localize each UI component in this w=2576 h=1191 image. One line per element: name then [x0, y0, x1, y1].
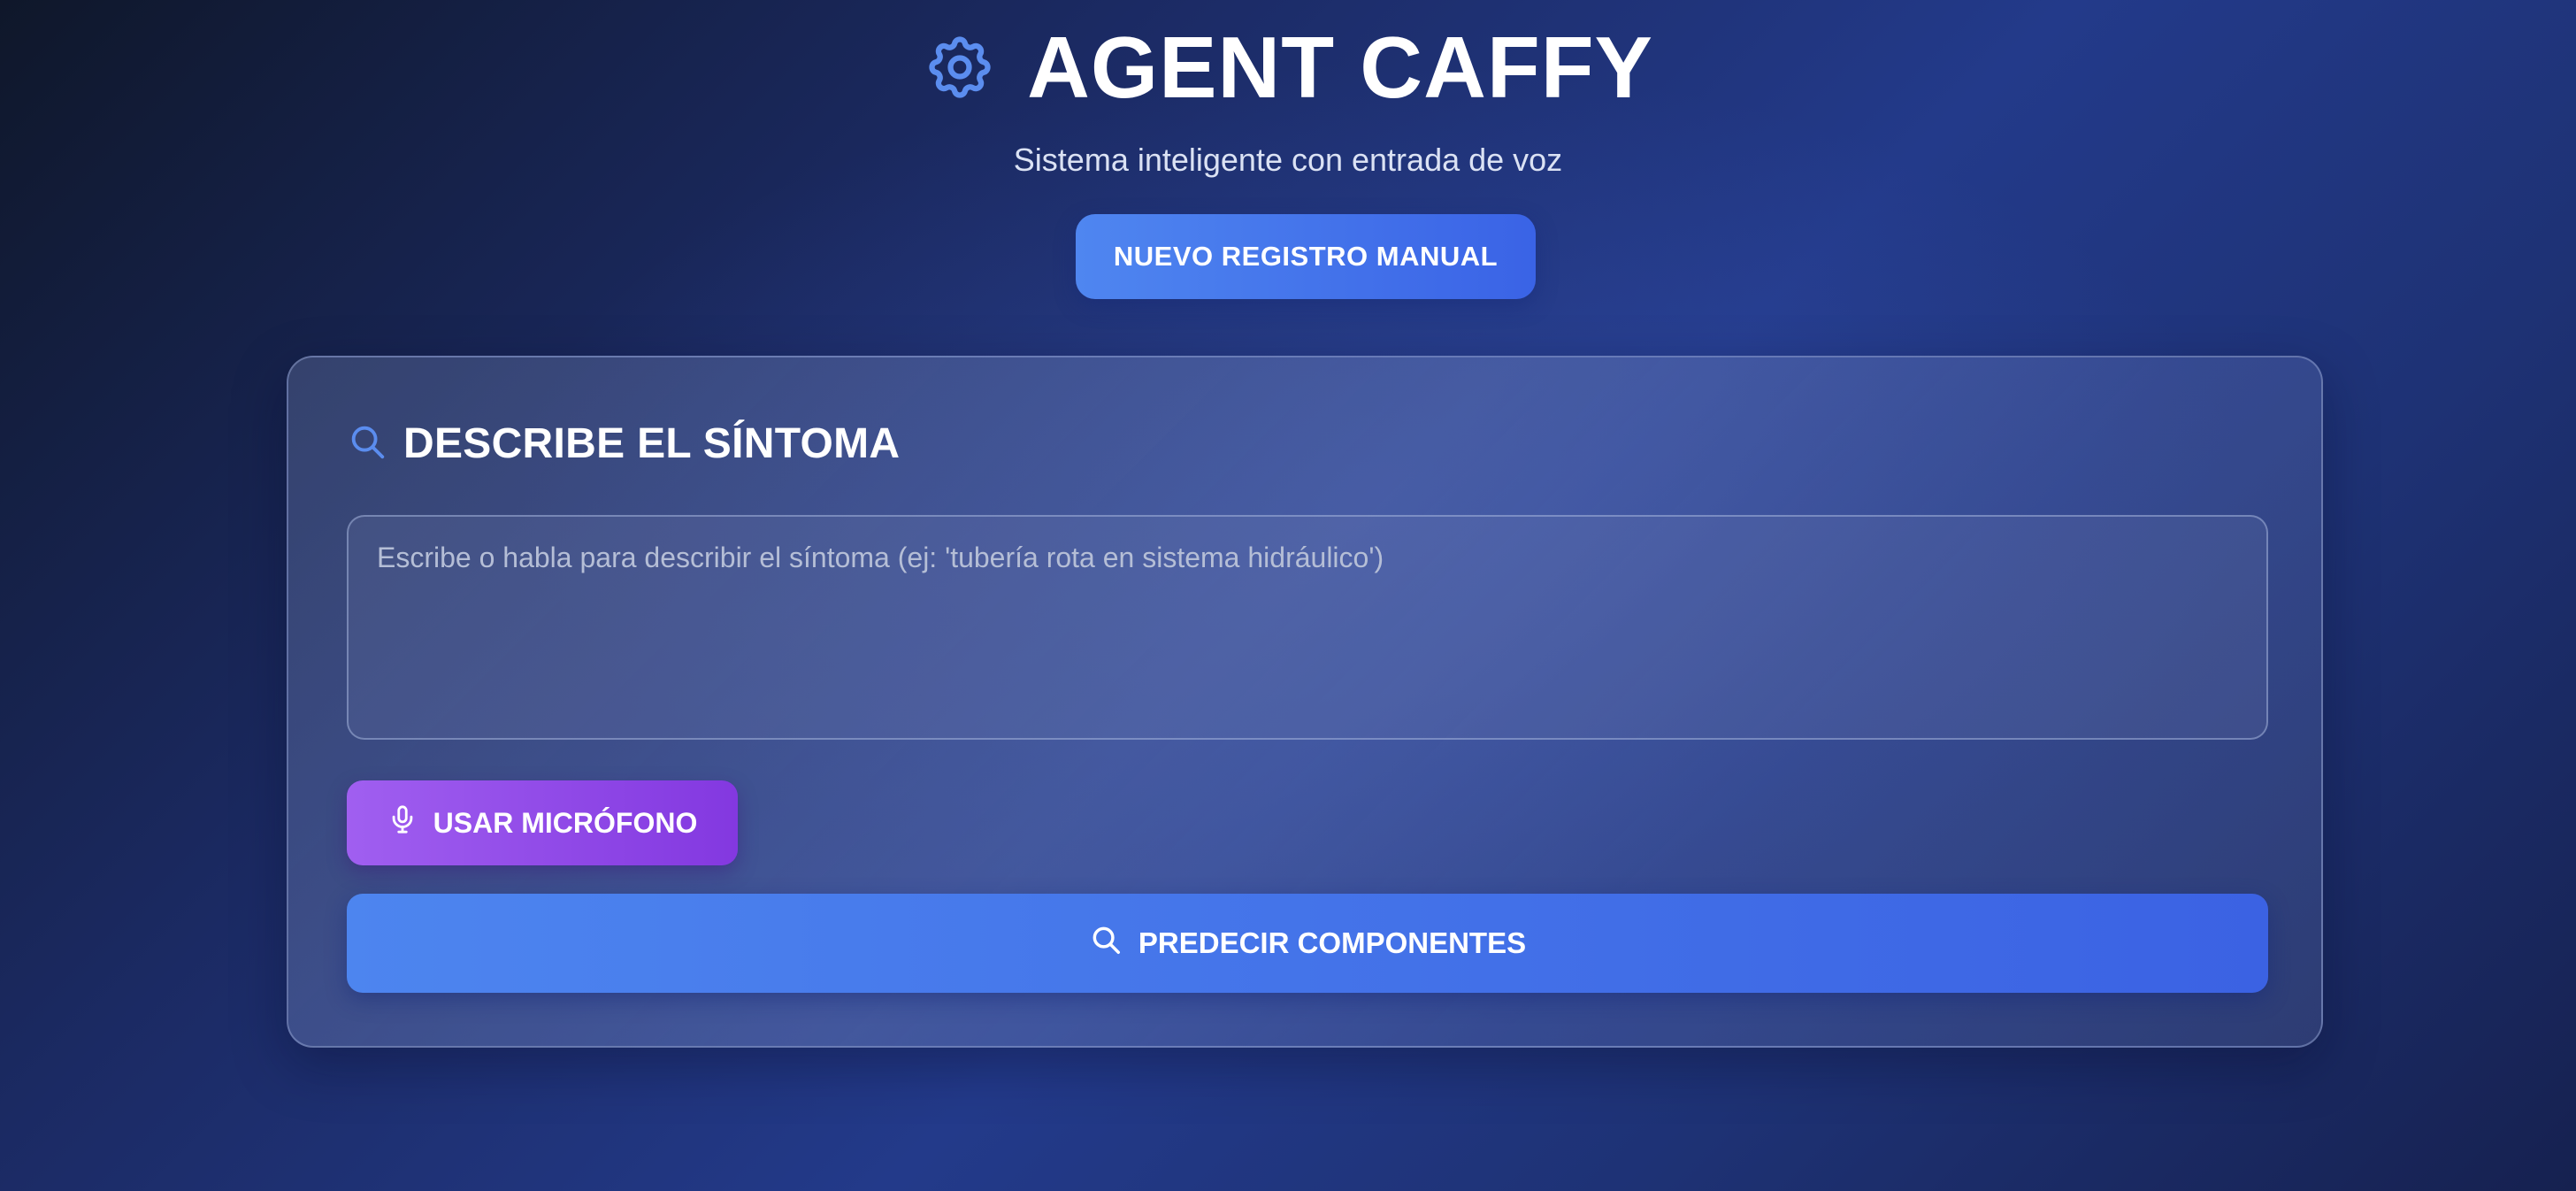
predict-button-label: PREDECIR COMPONENTES	[1138, 926, 1527, 959]
use-microphone-button[interactable]: USAR MICRÓFONO	[347, 780, 738, 865]
symptom-card: DESCRIBE EL SÍNTOMA USAR MICRÓFONO PREDE…	[287, 356, 2323, 1048]
new-manual-record-button[interactable]: NUEVO REGISTRO MANUAL	[1076, 214, 1536, 299]
app-header: AGENT CAFFY	[0, 19, 2576, 115]
mic-button-label: USAR MICRÓFONO	[433, 806, 698, 839]
microphone-icon	[387, 803, 418, 843]
gear-icon	[923, 30, 997, 104]
card-header: DESCRIBE EL SÍNTOMA	[347, 419, 900, 468]
symptom-input[interactable]	[347, 515, 2268, 740]
search-icon	[1089, 923, 1123, 964]
app-subtitle: Sistema inteligente con entrada de voz	[1013, 142, 1563, 178]
predict-components-button[interactable]: PREDECIR COMPONENTES	[347, 894, 2268, 993]
card-title: DESCRIBE EL SÍNTOMA	[403, 420, 901, 467]
search-icon	[347, 421, 387, 466]
app-title: AGENT CAFFY	[1027, 19, 1653, 116]
